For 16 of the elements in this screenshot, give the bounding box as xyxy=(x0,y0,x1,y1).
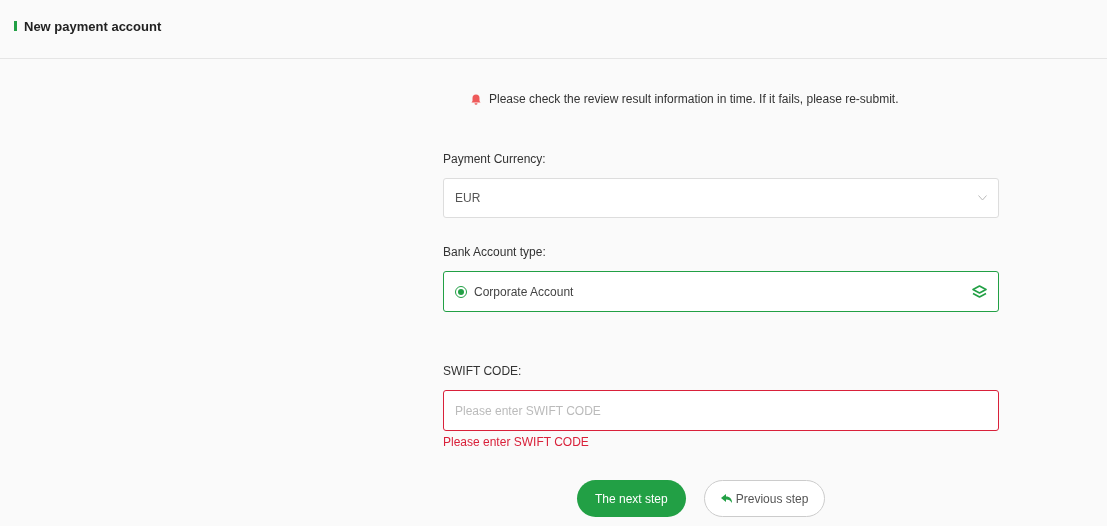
chevron-down-icon xyxy=(978,195,987,201)
account-type-option[interactable]: Corporate Account xyxy=(443,271,999,312)
bell-icon xyxy=(471,93,481,105)
title-accent-bar xyxy=(14,21,17,31)
error-message: Please enter SWIFT CODE xyxy=(443,434,590,451)
field-label: Payment Currency: xyxy=(443,151,547,168)
notice-text: Please check the review result information in time. If it fails, please re-submit. xyxy=(489,91,899,108)
layers-icon xyxy=(972,284,987,299)
swift-code-input[interactable]: Please enter SWIFT CODE xyxy=(443,390,999,431)
page-title: New payment account xyxy=(24,18,162,36)
field-label: Bank Account type: xyxy=(443,244,547,261)
previous-step-button[interactable]: Previous step xyxy=(703,480,826,517)
reply-arrow-icon xyxy=(720,494,732,503)
option-label: Corporate Account xyxy=(474,283,574,301)
currency-select[interactable]: EUR xyxy=(443,178,999,218)
field-label: SWIFT CODE: xyxy=(443,363,523,380)
